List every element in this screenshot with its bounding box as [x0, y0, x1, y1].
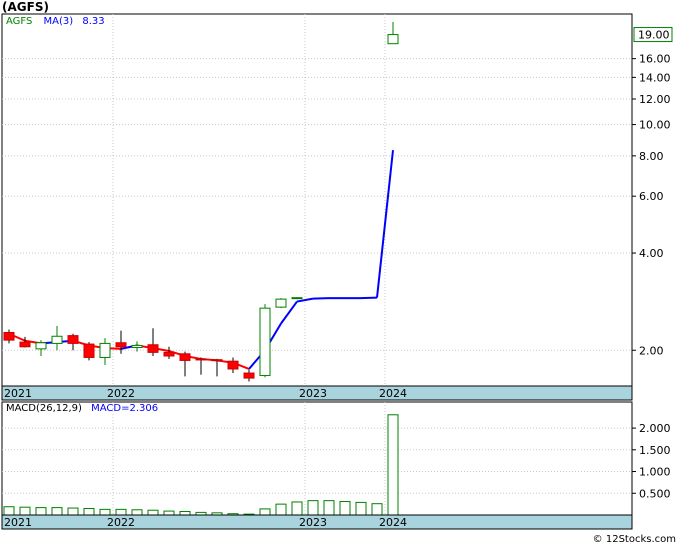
price-y-axis: 2.00 4.00 6.00 8.00 10.00 12.00 14.00 16.00: [632, 53, 671, 357]
macd-bar: [259, 508, 271, 516]
macd-bar: [131, 509, 143, 516]
macd-y-tick-label: 0.500: [639, 487, 671, 500]
candle-body-up: [51, 335, 63, 344]
ticker-label: AGFS: [6, 16, 33, 27]
candle-body-up: [387, 34, 399, 45]
macd-bar: [355, 501, 367, 516]
price-y-tick-label: 14.00: [639, 71, 671, 84]
price-x-label: 2024: [379, 387, 407, 400]
candle-body-down: [67, 335, 79, 344]
price-y-tick-label: 4.00: [639, 247, 664, 260]
last-price-label: 19.00: [638, 29, 670, 42]
macd-bar: [3, 506, 15, 516]
candle-body-down: [147, 344, 159, 353]
macd-y-tick-label: 2.000: [639, 422, 671, 435]
candle-body-up: [99, 342, 111, 358]
candle-body-down: [115, 342, 127, 348]
macd-bar: [387, 414, 399, 516]
candle-body-down: [243, 372, 255, 379]
macd-y-tick-label: 1.500: [639, 444, 671, 457]
price-x-label: 2022: [107, 387, 135, 400]
price-panel: 2.00 4.00 6.00 8.00 10.00 12.00 14.00 16.00 202…: [1, 13, 673, 401]
macd-bar: [339, 501, 351, 516]
macd-value: MACD=2.306: [91, 403, 159, 414]
macd-bar: [323, 500, 335, 516]
macd-bar: [291, 501, 303, 516]
site-credit: © 12Stocks.com: [592, 534, 676, 545]
price-y-tick-label: 8.00: [639, 150, 664, 163]
macd-x-label: 2022: [107, 516, 135, 529]
macd-x-label: 2024: [379, 516, 407, 529]
macd-label: MACD(26,12,9): [6, 403, 82, 414]
macd-bar: [115, 508, 127, 516]
macd-plot-frame: [1, 401, 633, 516]
macd-bar: [83, 507, 95, 516]
candle-body-down: [19, 341, 31, 348]
macd-bar: [35, 507, 47, 516]
macd-x-label: 2021: [4, 516, 32, 529]
price-y-tick-label: 2.00: [639, 344, 664, 357]
candle-body-down: [195, 358, 207, 361]
price-y-tick-label: 16.00: [639, 53, 671, 66]
macd-bar: [179, 511, 191, 516]
macd-panel: 0.500 1.000 1.500 2.000 2021 2022 2023 2024: [1, 401, 671, 530]
macd-bar: [99, 508, 111, 516]
candle-body-up: [275, 298, 287, 308]
candle-body-down: [163, 351, 175, 357]
candle-body-down: [3, 331, 15, 341]
macd-y-tick-label: 1.000: [639, 466, 671, 479]
price-x-label: 2023: [299, 387, 327, 400]
candle-body-down: [83, 343, 95, 358]
macd-y-axis: 0.500 1.000 1.500 2.000: [632, 422, 671, 500]
candle-body-down: [211, 359, 223, 362]
price-x-label: 2021: [4, 387, 32, 400]
macd-legend: MACD(26,12,9) MACD=2.306: [6, 403, 158, 414]
macd-x-label: 2023: [299, 516, 327, 529]
candle-body-up: [35, 342, 47, 350]
candle-body-up: [291, 297, 303, 300]
macd-bar: [307, 500, 319, 516]
price-y-tick-label: 6.00: [639, 190, 664, 203]
ma-label: MA(3): [43, 16, 74, 27]
ma-value: 8.33: [82, 16, 105, 27]
candle-body-down: [179, 353, 191, 361]
macd-bar: [51, 507, 63, 516]
macd-bar: [275, 503, 287, 516]
price-y-tick-label: 12.00: [639, 93, 671, 106]
candle-body-up: [259, 307, 271, 377]
macd-bar: [371, 503, 383, 516]
candle-body-up: [131, 344, 143, 348]
last-price-marker: 19.00: [633, 27, 673, 43]
macd-bar: [163, 510, 175, 516]
stock-chart: 2.00 4.00 6.00 8.00 10.00 12.00 14.00 16.00 202…: [1, 13, 673, 530]
macd-bar: [67, 507, 79, 516]
price-y-tick-label: 10.00: [639, 119, 671, 132]
candle-body-down: [227, 360, 239, 370]
price-plot-frame: [1, 13, 633, 387]
macd-bar: [147, 509, 159, 516]
price-legend: AGFS MA(3) 8.33: [6, 16, 105, 27]
chart-title: (AGFS): [2, 0, 49, 14]
macd-bar: [19, 506, 31, 516]
